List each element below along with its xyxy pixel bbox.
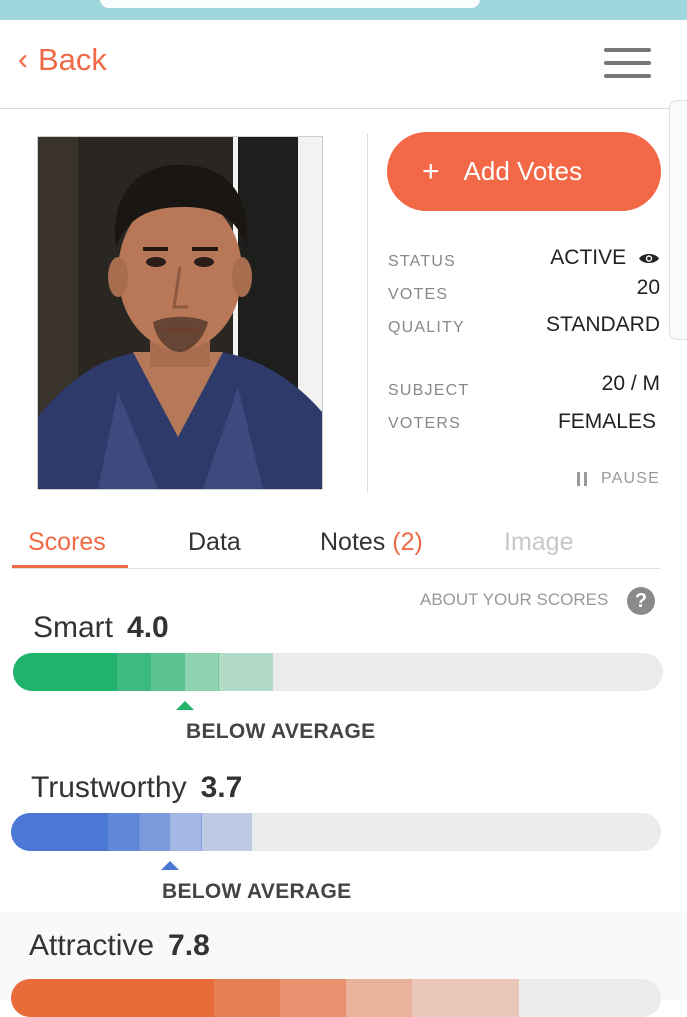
score-trustworthy: Trustworthy 3.7 — [31, 771, 242, 805]
score-bar-segment — [213, 979, 280, 1017]
score-bar-segment — [184, 653, 219, 691]
tab-bar: Scores Data Notes (2) Image — [12, 518, 660, 569]
subject-photo — [37, 136, 323, 490]
add-votes-label: Add Votes — [463, 156, 583, 186]
pause-icon — [576, 472, 587, 486]
score-name: Trustworthy — [31, 771, 187, 804]
app-header: ‹ Back — [0, 20, 687, 109]
votes-label: VOTES — [388, 286, 449, 303]
tab-data[interactable]: Data — [188, 528, 241, 557]
tab-image[interactable]: Image — [504, 528, 573, 557]
help-icon[interactable]: ? — [627, 587, 655, 615]
score-bar-segment — [411, 979, 519, 1017]
browser-top-strip — [0, 0, 687, 20]
score-bar-segment — [279, 979, 346, 1017]
quality-value: STANDARD — [546, 313, 660, 336]
status-value: ACTIVE — [550, 246, 660, 270]
chevron-left-icon: ‹ — [18, 43, 28, 76]
hamburger-menu-icon[interactable] — [604, 48, 652, 80]
smart-rating: BELOW AVERAGE — [186, 720, 376, 743]
about-your-scores-link[interactable]: ABOUT YOUR SCORES — [420, 590, 608, 610]
trustworthy-average-marker — [160, 861, 179, 870]
score-bar-segment — [107, 813, 140, 851]
side-drawer-tab[interactable] — [669, 100, 687, 340]
score-bar-segment — [169, 813, 202, 851]
status-text: ACTIVE — [550, 246, 627, 269]
add-votes-button[interactable]: + Add Votes — [387, 132, 661, 211]
tab-notes[interactable]: Notes (2) — [320, 528, 423, 557]
subject-label: SUBJECT — [388, 382, 470, 399]
pause-button[interactable]: PAUSE — [576, 470, 660, 488]
score-bar-segment — [117, 653, 151, 691]
status-label: STATUS — [388, 253, 456, 270]
score-bar-segment — [218, 653, 274, 691]
notes-count-badge: (2) — [392, 528, 423, 556]
score-bar-segment — [11, 813, 108, 851]
voters-value: FEMALES — [557, 410, 656, 433]
plus-icon: + — [422, 154, 440, 188]
score-bar-segment — [13, 653, 117, 691]
tab-scores[interactable]: Scores — [28, 528, 106, 557]
score-bar-segment — [150, 653, 185, 691]
score-name: Smart — [33, 611, 114, 644]
eye-icon — [639, 253, 659, 263]
score-value: 7.8 — [168, 929, 210, 962]
score-value: 4.0 — [127, 611, 169, 644]
back-button[interactable]: ‹ Back — [18, 42, 107, 78]
smart-score-bar — [13, 653, 663, 691]
voters-label: VOTERS — [388, 415, 461, 432]
votes-value: 20 — [636, 276, 660, 299]
pause-label: PAUSE — [600, 470, 660, 487]
score-bar-segment — [11, 979, 214, 1017]
subject-value: 20 / M — [601, 372, 660, 395]
trustworthy-rating: BELOW AVERAGE — [162, 880, 352, 903]
address-bar[interactable] — [100, 0, 480, 8]
smart-average-marker — [175, 701, 194, 710]
score-attractive: Attractive 7.8 — [29, 929, 210, 963]
score-name: Attractive — [29, 929, 155, 962]
vertical-divider — [367, 134, 368, 492]
quality-label: QUALITY — [388, 319, 465, 336]
score-bar-segment — [138, 813, 171, 851]
score-value: 3.7 — [200, 771, 243, 804]
attractive-score-bar — [11, 979, 661, 1017]
active-tab-indicator — [12, 565, 128, 568]
score-bar-segment — [200, 813, 252, 851]
trustworthy-score-bar — [11, 813, 661, 851]
back-label: Back — [38, 42, 107, 77]
tab-notes-label: Notes — [320, 528, 386, 556]
score-bar-segment — [345, 979, 412, 1017]
score-smart: Smart 4.0 — [33, 611, 169, 645]
